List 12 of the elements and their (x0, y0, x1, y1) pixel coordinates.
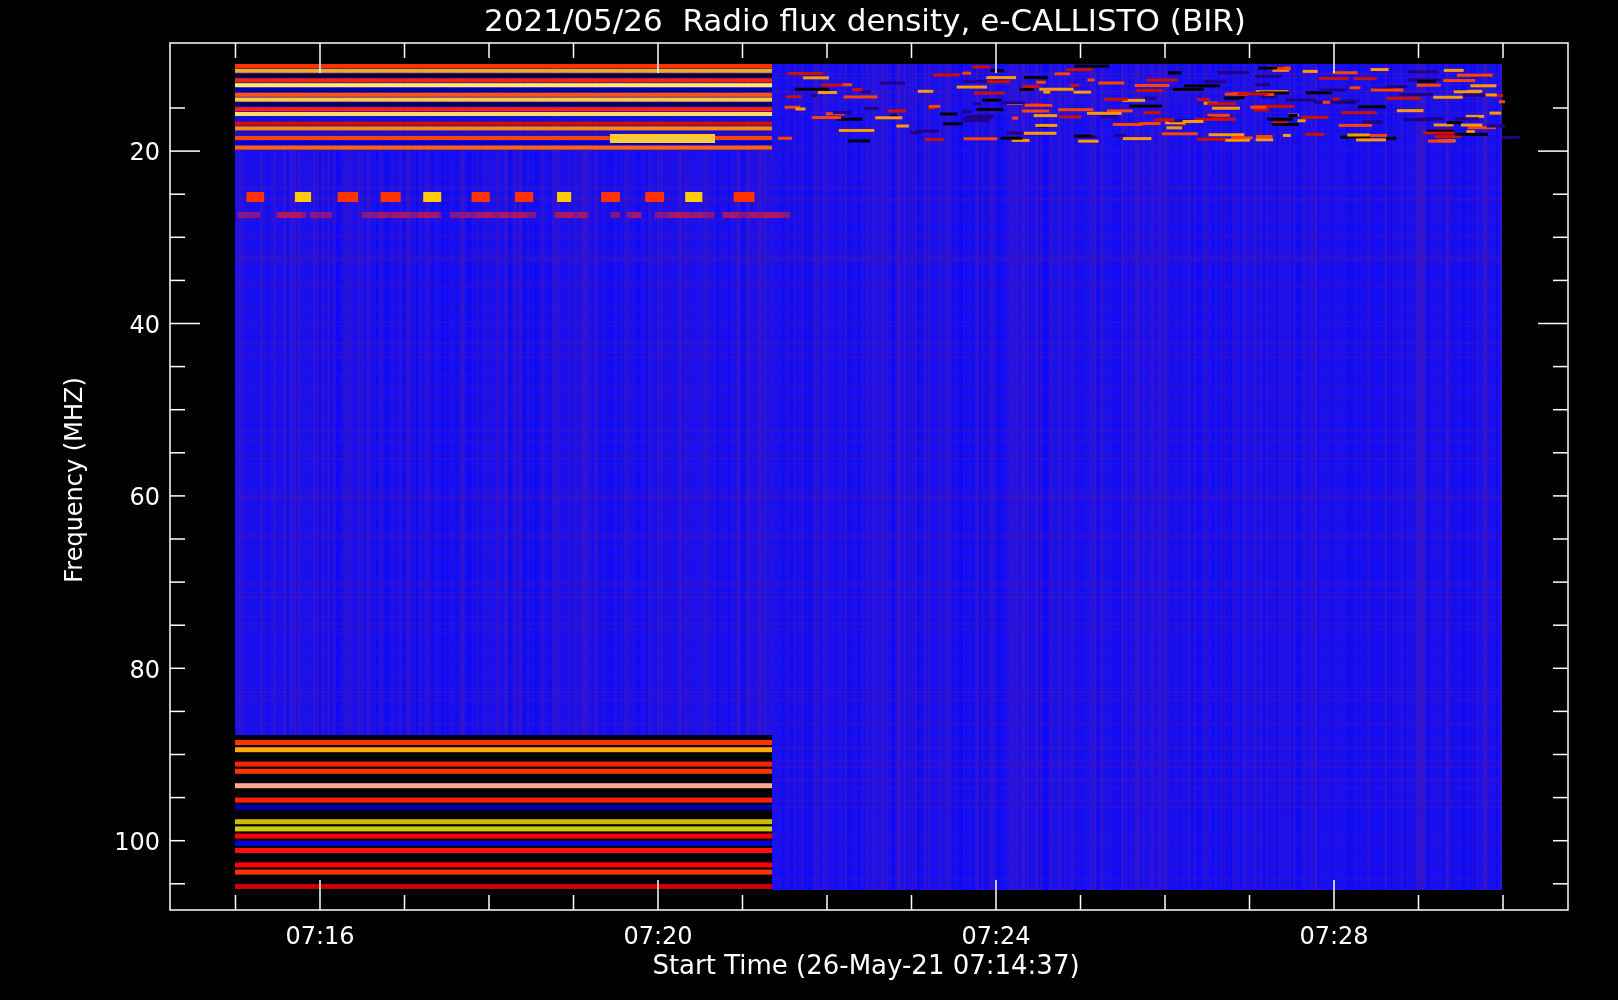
x-tick-label: 07:20 (623, 922, 693, 950)
x-axis-label: Start Time (26-May-21 07:14:37) (652, 950, 1080, 980)
y-tick-label: 60 (129, 483, 160, 511)
chart-title: 2021/05/26 Radio flux density, e-CALLISTO (BIR) (484, 2, 1246, 38)
x-tick-label: 07:16 (285, 922, 355, 950)
x-tick-label: 07:28 (1299, 922, 1369, 950)
y-tick-label: 20 (129, 138, 160, 166)
y-tick-label: 40 (129, 310, 160, 339)
y-tick-label: 80 (129, 655, 160, 684)
y-tick-label: 100 (114, 828, 160, 856)
x-tick-label: 07:24 (961, 922, 1031, 950)
y-axis-label: Frequency (MHZ) (60, 377, 88, 583)
